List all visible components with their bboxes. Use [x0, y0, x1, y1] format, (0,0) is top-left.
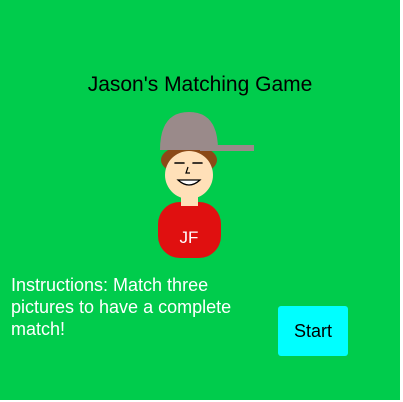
face-shape [165, 151, 213, 199]
character-avatar: JF [150, 108, 260, 260]
character-initials: JF [180, 228, 199, 247]
boy-with-cap-icon: JF [158, 112, 254, 258]
start-button[interactable]: Start [278, 306, 348, 356]
cap-dome-shape [160, 112, 218, 150]
game-title: Jason's Matching Game [87, 73, 313, 96]
game-canvas[interactable]: Jason's Matching Game JF Instructions: M… [0, 0, 400, 400]
cap-brim-shape [200, 145, 254, 151]
instructions-text: Instructions: Match three pictures to ha… [11, 275, 232, 339]
